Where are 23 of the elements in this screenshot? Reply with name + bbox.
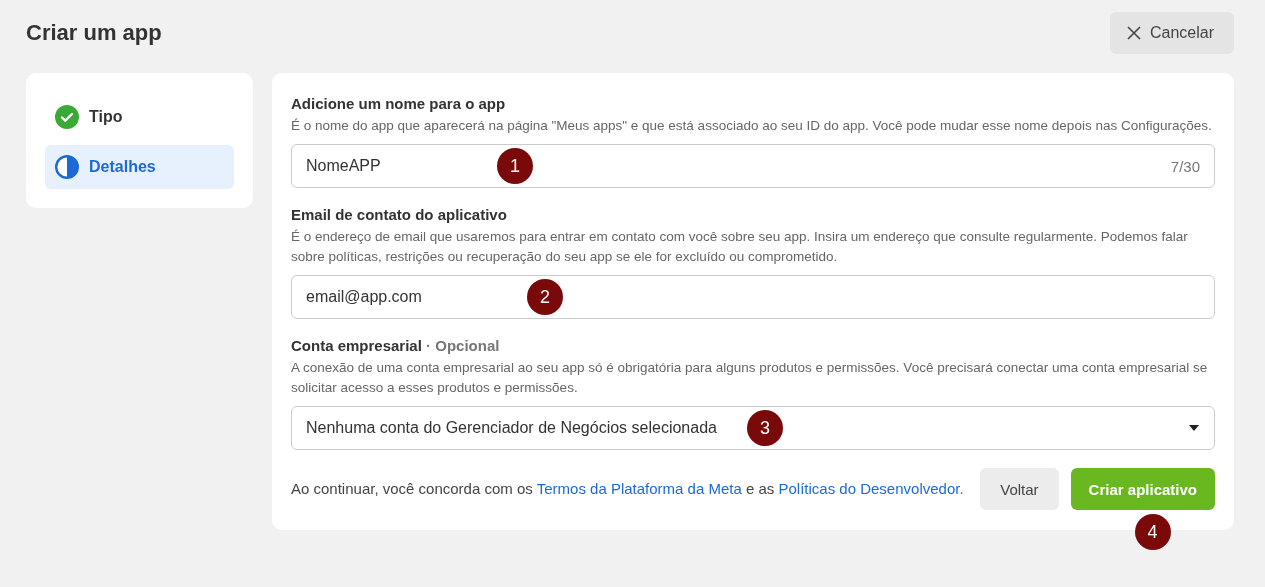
help-text: É o nome do app que aparecerá na página "Meus apps" e que está associado ao seu ID do app. Você pode mudar esse nome depois nas Configurações. xyxy=(291,117,1213,135)
step-item[interactable]: Detalhes xyxy=(45,145,234,189)
terms-text: Ao continuar, você concorda com os Termos da Plataforma da Meta e as Políticas do Desenvolvedor. xyxy=(291,479,965,499)
terms-link[interactable]: Termos da Plataforma da Meta xyxy=(536,480,742,497)
field-label: Conta empresarial · Opcional xyxy=(291,337,501,354)
cancel-button[interactable]: Cancelar xyxy=(1109,12,1234,54)
field-label: Email de contato do aplicativo xyxy=(291,206,508,223)
input-field[interactable]: NomeAPP 1 7/30 xyxy=(291,144,1215,188)
back-button[interactable]: Voltar xyxy=(980,468,1059,510)
close-icon xyxy=(1125,25,1142,41)
help-text: A conexão de uma conta empresarial ao seu app só é obrigatória para alguns produtos e permissões. Você precisará conectar uma conta empresarial se solicitar acesso a esses produtos e permissões. xyxy=(291,359,1209,397)
number-marker: 4 xyxy=(1134,514,1171,550)
terms-link[interactable]: Políticas do Desenvolvedor. xyxy=(778,480,964,497)
dropdown[interactable]: Nenhuma conta do Gerenciador de Negócios selecionada 3 xyxy=(291,406,1215,450)
number-marker: 2 xyxy=(527,279,563,315)
number-marker: 1 xyxy=(497,148,533,184)
field-label: Adicione um nome para o app xyxy=(291,95,507,112)
input-field[interactable]: email@app.com 2 xyxy=(291,275,1215,319)
page-title: Criar um app xyxy=(26,20,162,46)
caret-icon xyxy=(1188,424,1200,432)
step-item[interactable]: Tipo xyxy=(45,95,234,139)
help-text: É o endereço de email que usaremos para entrar em contato com você sobre seu app. Insira um endereço que consulte regularmente. Podemos falar sobre políticas, restrições ou recuperação do seu app se ele for excluído ou comprometido. xyxy=(291,228,1189,266)
number-marker: 3 xyxy=(747,410,783,446)
